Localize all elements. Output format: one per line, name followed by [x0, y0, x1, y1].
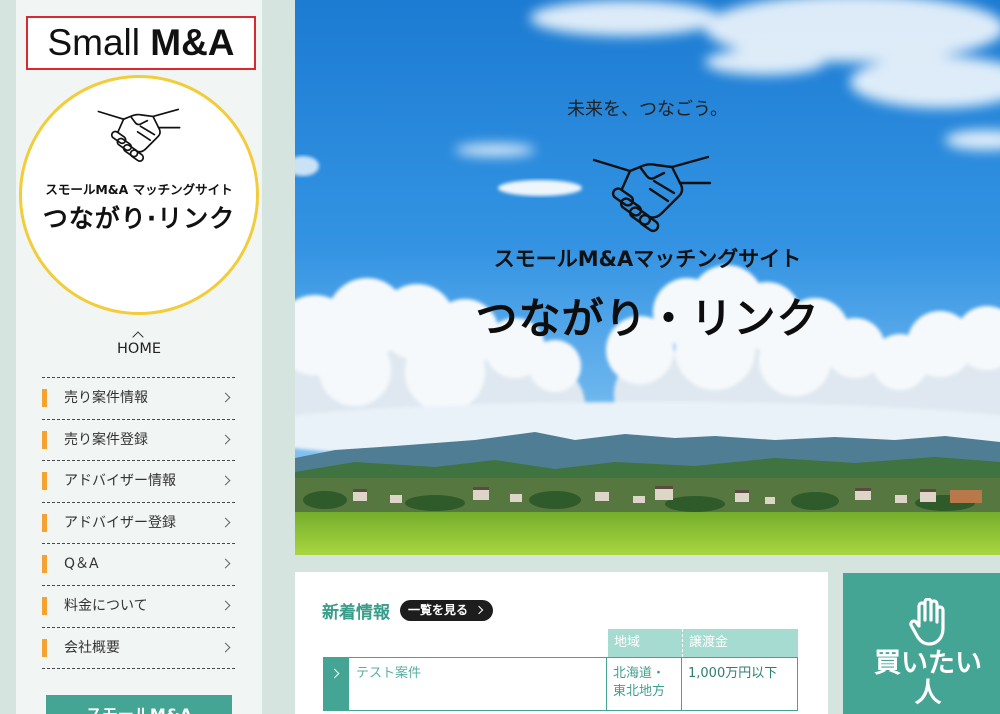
chevron-right-icon	[220, 392, 231, 403]
column-header-region: 地域	[608, 629, 682, 657]
menu-marker	[42, 389, 47, 407]
menu-item-label: 売り案件登録	[64, 431, 148, 448]
menu-item-label: 売り案件情報	[64, 390, 148, 406]
chevron-right-icon	[220, 434, 231, 445]
menu-item-label: 料金について	[64, 597, 148, 614]
buyer-card-label: 買いたい人	[874, 648, 982, 709]
hero-title: つながり・リンク	[475, 294, 820, 343]
menu-item-sale-registration[interactable]: 売り案件登録	[42, 420, 235, 462]
chevron-right-icon	[220, 642, 231, 653]
menu-marker	[42, 472, 47, 491]
news-section: 新着情報 一覧を見る 地域 譲渡金 テスト案件 北海道・東北地方 1,000万円…	[295, 572, 828, 714]
news-heading: 新着情報	[322, 603, 390, 623]
menu-marker	[42, 555, 47, 574]
row-price: 1,000万円以下	[688, 666, 778, 681]
chevron-right-icon	[220, 517, 231, 528]
hero-landscape-image	[295, 0, 1000, 555]
menu-item-label: アドバイザー登録	[64, 514, 176, 531]
menu-item-sale-listings[interactable]: 売り案件情報	[42, 378, 235, 420]
hero-subtitle: スモールM&Aマッチングサイト	[493, 247, 802, 271]
sidebar-cta-button[interactable]: スモールM&A	[46, 695, 232, 714]
hero-banner: 未来を、つなごう。 スモールM&Aマッチングサイト つながり・リンク	[295, 0, 1000, 555]
view-all-label: 一覧を見る	[408, 603, 469, 617]
logo-site-name: つながり·リンク	[42, 204, 236, 233]
chevron-right-icon	[220, 558, 231, 569]
brand-word-1: Small	[47, 22, 140, 63]
row-region: 北海道・東北地方	[607, 658, 682, 710]
menu-item-company[interactable]: 会社概要	[42, 628, 235, 670]
logo-tagline: スモールM&A マッチングサイト	[45, 182, 233, 197]
menu-item-pricing[interactable]: 料金について	[42, 586, 235, 628]
menu-item-faq[interactable]: Q＆A	[42, 544, 235, 586]
view-all-button[interactable]: 一覧を見る	[400, 600, 493, 621]
brand-word-2: M&A	[150, 22, 235, 63]
brand-logo-link[interactable]: Small M&A	[26, 16, 256, 70]
row-title[interactable]: テスト案件	[349, 658, 607, 710]
menu-item-label: 会社概要	[64, 639, 120, 656]
column-header-price: 譲渡金	[682, 629, 798, 657]
buyer-card-button[interactable]: 買いたい人	[843, 573, 1000, 714]
menu-marker	[42, 430, 47, 449]
menu-item-label: アドバイザー情報	[64, 473, 176, 490]
chevron-right-icon	[220, 600, 231, 611]
menu-marker	[42, 596, 47, 615]
menu-marker	[42, 638, 47, 657]
chevron-right-icon	[220, 475, 231, 486]
table-row[interactable]: テスト案件 北海道・東北地方 1,000万円以下	[323, 657, 798, 711]
menu-marker	[42, 513, 47, 532]
nav-home[interactable]: HOME	[16, 328, 262, 360]
chevron-right-icon	[329, 668, 340, 679]
raised-hand-icon	[909, 598, 945, 646]
menu-item-advisor-info[interactable]: アドバイザー情報	[42, 461, 235, 503]
sidebar-menu: 売り案件情報 売り案件登録 アドバイザー情報 アドバイザー登録 Q＆A 料金につ…	[42, 377, 235, 670]
chevron-right-icon	[474, 605, 484, 615]
handshake-icon	[97, 108, 181, 164]
row-link-arrow[interactable]	[324, 658, 349, 710]
menu-item-label: Q＆A	[64, 556, 99, 573]
menu-item-advisor-registration[interactable]: アドバイザー登録	[42, 503, 235, 545]
site-logo-circle[interactable]: スモールM&A マッチングサイト つながり·リンク	[19, 75, 259, 315]
nav-home-label: HOME	[117, 341, 161, 357]
handshake-icon	[592, 155, 712, 235]
hero-catchphrase: 未来を、つなごう。	[567, 99, 728, 120]
sidebar-cta-label: スモールM&A	[46, 695, 232, 714]
